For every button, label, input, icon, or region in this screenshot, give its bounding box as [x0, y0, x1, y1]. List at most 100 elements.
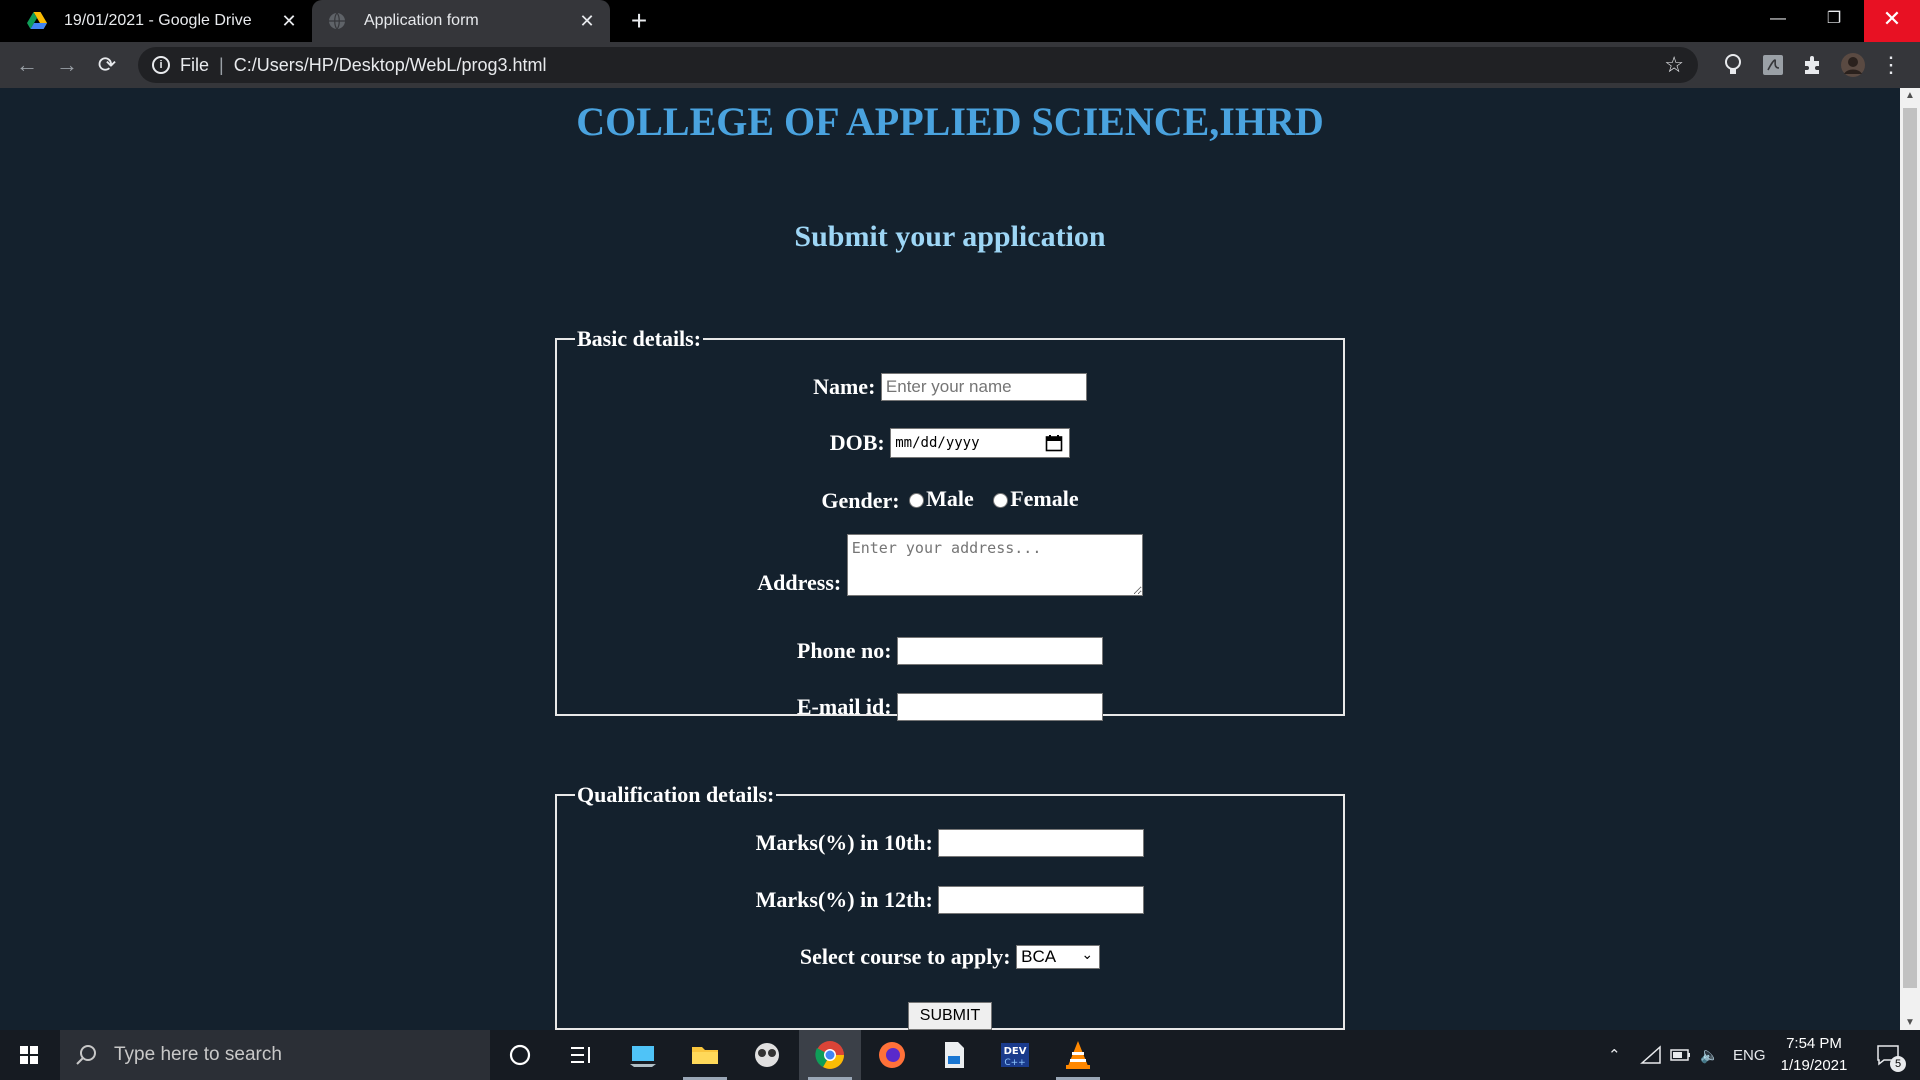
cortana-icon[interactable]: [503, 1038, 537, 1072]
show-hidden-icons-chevron-icon[interactable]: ⌃: [1608, 1030, 1621, 1080]
phone-input[interactable]: [897, 636, 1104, 665]
tab-title: 19/01/2021 - Google Drive: [64, 12, 252, 29]
qualification-details-fieldset: Qualification details: Marks(%) in 10th:…: [555, 782, 1345, 1030]
name-label: Name:: [813, 373, 876, 399]
url-separator: |: [219, 54, 224, 75]
address-bar[interactable]: i File | C:/Users/HP/Desktop/WebL/prog3.…: [138, 47, 1698, 83]
info-icon[interactable]: i: [152, 56, 170, 74]
gender-male-radio[interactable]: [909, 493, 925, 509]
tab-application-form[interactable]: Application form ✕: [312, 0, 610, 42]
file-explorer-icon[interactable]: [688, 1038, 722, 1072]
tab-strip: 19/01/2021 - Google Drive ✕ Application …: [0, 0, 1920, 42]
document-app-icon[interactable]: [937, 1038, 971, 1072]
gender-label: Gender:: [821, 487, 900, 513]
page-content: COLLEGE OF APPLIED SCIENCE,IHRD Submit y…: [0, 88, 1900, 1030]
page-subtitle: Submit your application: [794, 220, 1106, 253]
marks12-row: Marks(%) in 12th:: [557, 885, 1343, 914]
marks12-label: Marks(%) in 12th:: [755, 886, 933, 912]
svg-text:C++: C++: [1004, 1058, 1025, 1068]
phone-label: Phone no:: [796, 637, 892, 663]
gender-female-label[interactable]: Female: [1010, 486, 1078, 511]
task-view-icon[interactable]: [564, 1038, 598, 1072]
url-text: C:/Users/HP/Desktop/WebL/prog3.html: [233, 54, 547, 75]
battery-icon[interactable]: [1670, 1030, 1692, 1080]
qualification-details-legend: Qualification details:: [577, 782, 775, 807]
taskbar-clock[interactable]: 7:54 PM 1/19/2021: [1764, 1033, 1864, 1077]
chevron-down-icon: ⌄: [1081, 945, 1094, 962]
dev-cpp-icon[interactable]: DEV C++: [998, 1038, 1032, 1072]
close-tab-icon[interactable]: ✕: [274, 11, 304, 32]
close-window-button[interactable]: ✕: [1864, 0, 1920, 42]
reload-button[interactable]: ⟳: [92, 50, 122, 80]
calendar-icon[interactable]: [1045, 434, 1063, 452]
page-scrollbar[interactable]: ▲ ▼: [1900, 88, 1920, 1030]
name-row: Name:: [557, 372, 1343, 401]
course-label: Select course to apply:: [799, 943, 1011, 969]
taskbar-search-box[interactable]: Type here to search: [60, 1030, 490, 1080]
marks10-label: Marks(%) in 10th:: [755, 829, 933, 855]
media-app-icon[interactable]: [750, 1038, 784, 1072]
email-input[interactable]: [897, 692, 1104, 721]
dob-row: DOB: mm/dd/yyyy: [557, 428, 1343, 458]
tab-title: Application form: [364, 12, 479, 29]
firefox-icon[interactable]: [875, 1038, 909, 1072]
clock-date: 1/19/2021: [1780, 1057, 1848, 1074]
submit-button[interactable]: SUBMIT: [908, 1002, 992, 1030]
marks12-input[interactable]: [938, 885, 1145, 914]
tab-google-drive[interactable]: 19/01/2021 - Google Drive ✕: [12, 0, 312, 42]
back-button[interactable]: ←: [12, 50, 42, 80]
wifi-icon[interactable]: [1640, 1030, 1662, 1080]
email-label: E-mail id:: [796, 693, 892, 719]
gender-female-radio[interactable]: [993, 493, 1009, 509]
email-row: E-mail id:: [557, 692, 1343, 721]
course-selected-value: BCA: [1021, 946, 1057, 966]
basic-details-legend: Basic details:: [577, 326, 702, 351]
windows-logo-icon: [20, 1046, 38, 1064]
marks10-input[interactable]: [938, 828, 1145, 857]
minimize-button[interactable]: —: [1750, 0, 1806, 42]
restore-button[interactable]: ❐: [1806, 0, 1862, 42]
taskbar: Type here to search DEVC++ ⌃ 🔈 ENG 7:54: [0, 1030, 1920, 1080]
url-scheme: File: [180, 54, 210, 75]
language-indicator[interactable]: ENG: [1733, 1030, 1766, 1080]
scrollbar-thumb[interactable]: [1903, 108, 1917, 988]
google-drive-icon: [26, 10, 48, 32]
vlc-icon[interactable]: [1061, 1038, 1095, 1072]
marks10-row: Marks(%) in 10th:: [557, 828, 1343, 857]
scroll-down-icon[interactable]: ▼: [1900, 1017, 1920, 1028]
bookmark-star-icon[interactable]: ☆: [1664, 52, 1684, 78]
page-title: COLLEGE OF APPLIED SCIENCE,IHRD: [576, 99, 1324, 144]
clock-time: 7:54 PM: [1786, 1035, 1842, 1052]
dob-label: DOB:: [829, 430, 885, 455]
course-row: Select course to apply: BCA ⌄: [557, 942, 1343, 970]
svg-text:DEV: DEV: [1004, 1046, 1027, 1057]
search-placeholder: Type here to search: [114, 1044, 282, 1065]
forward-button[interactable]: →: [52, 50, 82, 80]
browser-toolbar: ← → ⟳ i File | C:/Users/HP/Desktop/WebL/…: [0, 42, 1920, 88]
close-tab-icon[interactable]: ✕: [572, 11, 602, 32]
gender-male-label[interactable]: Male: [926, 486, 974, 511]
dob-date-input[interactable]: mm/dd/yyyy: [890, 428, 1071, 458]
search-icon: [76, 1045, 96, 1065]
phone-row: Phone no:: [557, 636, 1343, 665]
extensions-puzzle-icon[interactable]: [1800, 52, 1826, 78]
vscode-like-app-icon[interactable]: [627, 1038, 661, 1072]
profile-avatar[interactable]: [1840, 52, 1866, 78]
address-textarea[interactable]: [846, 534, 1143, 596]
course-select[interactable]: BCA ⌄: [1016, 944, 1101, 969]
volume-icon[interactable]: 🔈: [1700, 1030, 1719, 1080]
pdf-extension-icon[interactable]: [1760, 52, 1786, 78]
globe-icon: [326, 10, 348, 32]
notification-center-icon[interactable]: 5: [1868, 1030, 1908, 1080]
new-tab-button[interactable]: +: [622, 4, 656, 38]
scroll-up-icon[interactable]: ▲: [1900, 90, 1920, 101]
address-label: Address:: [757, 570, 842, 595]
menu-kebab-icon[interactable]: ⋮: [1880, 52, 1902, 78]
windows-start-button[interactable]: [0, 1030, 58, 1080]
notification-count-badge: 5: [1890, 1056, 1906, 1072]
chrome-icon[interactable]: [813, 1038, 847, 1072]
name-input[interactable]: [880, 372, 1087, 401]
basic-details-fieldset: Basic details: Name: DOB: mm/dd/yyyy Gen…: [555, 326, 1345, 721]
lightbulb-extension-icon[interactable]: [1720, 52, 1746, 78]
address-row: Address:: [557, 534, 1343, 596]
